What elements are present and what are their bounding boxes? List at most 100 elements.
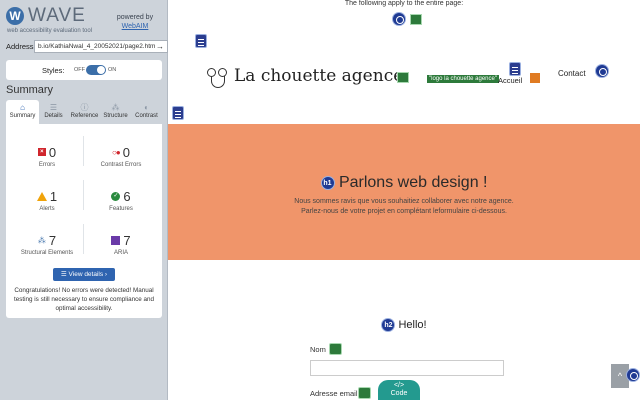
page-level-note: The following apply to the entire page: xyxy=(344,0,464,7)
styles-toggle[interactable] xyxy=(86,65,106,75)
divider xyxy=(83,180,84,210)
email-label: Adresse email xyxy=(310,389,358,398)
tab-summary[interactable]: ⌂ Summary xyxy=(6,100,39,124)
toggle-knob xyxy=(97,66,105,74)
logo-alt-text: "logo la chouette agence" xyxy=(427,75,499,83)
home-icon: ⌂ xyxy=(20,103,25,112)
features-label: Features xyxy=(109,206,133,212)
aria-landmark-icon[interactable] xyxy=(195,34,207,48)
wave-tagline: web accessibility evaluation tool xyxy=(7,28,93,34)
brand-name: La chouette agence xyxy=(234,66,404,86)
address-input[interactable]: b.io/KathiaNwal_4_20052021/page2.htm → xyxy=(34,40,168,53)
stat-errors[interactable]: × 0 Errors xyxy=(12,144,82,168)
styles-on-label: ON xyxy=(108,67,117,73)
tab-label: Contrast xyxy=(135,113,158,119)
aria-menu-icon[interactable] xyxy=(595,64,609,78)
aria-label: ARIA xyxy=(113,250,128,256)
form-label-feature-icon[interactable] xyxy=(329,343,342,355)
hero-section: h1 Parlons web design ! Nous sommes ravi… xyxy=(168,124,640,260)
feature-icon: ✓ xyxy=(111,191,121,201)
wave-sidebar: W WAVE web accessibility evaluation tool… xyxy=(0,0,168,400)
contrast-error-icon: ○● xyxy=(112,147,121,157)
nom-input[interactable] xyxy=(310,360,504,376)
contrast-errors-count: 0 xyxy=(122,144,130,160)
alerts-count: 1 xyxy=(49,188,58,204)
nav-link-accueil[interactable]: Accueil xyxy=(498,76,522,85)
wave-logo-icon: W xyxy=(6,7,24,25)
divider xyxy=(83,224,84,254)
tab-structure[interactable]: ⁂ Structure xyxy=(99,100,132,124)
aria-landmark-icon[interactable] xyxy=(172,106,184,120)
evaluated-page: The following apply to the entire page: … xyxy=(168,0,640,400)
nom-label: Nom xyxy=(310,345,326,354)
powered-by-text: powered by xyxy=(116,14,154,21)
contrast-errors-label: Contrast Errors xyxy=(100,162,142,168)
summary-card: × 0 Errors ○● 0 Contrast Errors 1 Alerts ✓… xyxy=(6,124,162,318)
heading-1-icon[interactable]: h1 xyxy=(320,175,335,190)
summary-heading: Summary xyxy=(6,84,54,96)
styles-off-label: OFF xyxy=(74,67,85,73)
aria-feature-icon[interactable] xyxy=(626,368,640,382)
styles-label: Styles: xyxy=(42,66,65,75)
code-view-button[interactable]: </> Code xyxy=(378,380,420,400)
wave-logo-text: WAVE xyxy=(28,5,86,26)
tab-label: Summary xyxy=(9,113,36,119)
tab-contrast[interactable]: ◐ Contrast xyxy=(130,100,163,124)
hero-title: h1 Parlons web design ! xyxy=(168,174,640,192)
owl-body xyxy=(211,76,225,88)
tab-details[interactable]: ☰ Details xyxy=(37,100,70,124)
styles-toggle-box: Styles: OFF ON xyxy=(6,60,162,80)
structural-count: 7 xyxy=(48,232,57,248)
hero-subtitle-line1: Nous sommes ravis que vous souhaitiez co… xyxy=(294,198,514,205)
errors-count: 0 xyxy=(48,144,57,160)
language-feature-icon[interactable] xyxy=(392,12,406,26)
heading-2-icon[interactable]: h2 xyxy=(381,318,396,332)
wave-tabs: ⌂ Summary ☰ Details ⓘ Reference ⁂ Struct… xyxy=(6,100,162,124)
alerts-label: Alerts xyxy=(39,206,55,212)
info-icon: ⓘ xyxy=(80,103,89,112)
wave-header: W WAVE web accessibility evaluation tool… xyxy=(0,0,168,38)
alert-icon xyxy=(36,191,47,201)
address-value: b.io/KathiaNwal_4_20052021/page2.htm xyxy=(38,43,156,50)
tab-label: Details xyxy=(44,113,63,119)
congrats-message: Congratulations! No errors were detected… xyxy=(13,287,154,312)
stat-aria[interactable]: 7 ARIA xyxy=(86,232,156,256)
structural-label: Structural Elements xyxy=(20,250,74,256)
powered-by: powered by WebAIM xyxy=(113,13,157,31)
arrow-right-icon[interactable]: → xyxy=(156,42,164,51)
error-icon: × xyxy=(37,148,46,156)
lang-feature-icon[interactable] xyxy=(410,14,422,25)
aria-icon xyxy=(111,235,121,245)
hero-subtitle-line2: Parlez-nous de votre projet en complétan… xyxy=(301,208,507,215)
structure-icon: ⁂ xyxy=(37,235,46,245)
site-logo[interactable]: La chouette agence xyxy=(206,64,403,88)
alt-text-feature-icon[interactable] xyxy=(397,72,409,83)
nav-link-contact[interactable]: Contact xyxy=(558,69,586,78)
hello-text: Hello! xyxy=(398,318,427,331)
contrast-icon: ◐ xyxy=(144,103,149,112)
structure-icon: ⁂ xyxy=(111,103,120,112)
code-icon: </> xyxy=(393,382,405,389)
owl-logo-icon xyxy=(206,64,230,88)
address-label: Address: xyxy=(6,42,36,51)
stat-contrast-errors[interactable]: ○● 0 Contrast Errors xyxy=(86,144,156,169)
stat-features[interactable]: ✓ 6 Features xyxy=(86,188,156,213)
hello-heading: h2 Hello! xyxy=(168,318,640,332)
stat-structural[interactable]: ⁂ 7 Structural Elements xyxy=(12,232,82,257)
aria-landmark-icon[interactable] xyxy=(509,62,521,76)
divider xyxy=(83,136,84,166)
address-row: Address: b.io/KathiaNwal_4_20052021/page… xyxy=(6,40,168,54)
tab-label: Structure xyxy=(103,113,128,119)
view-details-button[interactable]: ☰ View details › xyxy=(53,268,115,281)
aria-count: 7 xyxy=(123,232,131,248)
list-icon: ☰ xyxy=(49,103,58,112)
tab-reference[interactable]: ⓘ Reference xyxy=(68,100,101,124)
code-label: Code xyxy=(390,390,408,397)
features-count: 6 xyxy=(123,188,131,204)
webaim-link[interactable]: WebAIM xyxy=(113,22,157,31)
alert-redundant-link-icon[interactable] xyxy=(529,72,541,84)
form-label-feature-icon[interactable] xyxy=(358,387,371,399)
stat-alerts[interactable]: 1 Alerts xyxy=(12,188,82,212)
errors-label: Errors xyxy=(38,162,56,168)
hero-title-text: Parlons web design ! xyxy=(338,174,488,191)
